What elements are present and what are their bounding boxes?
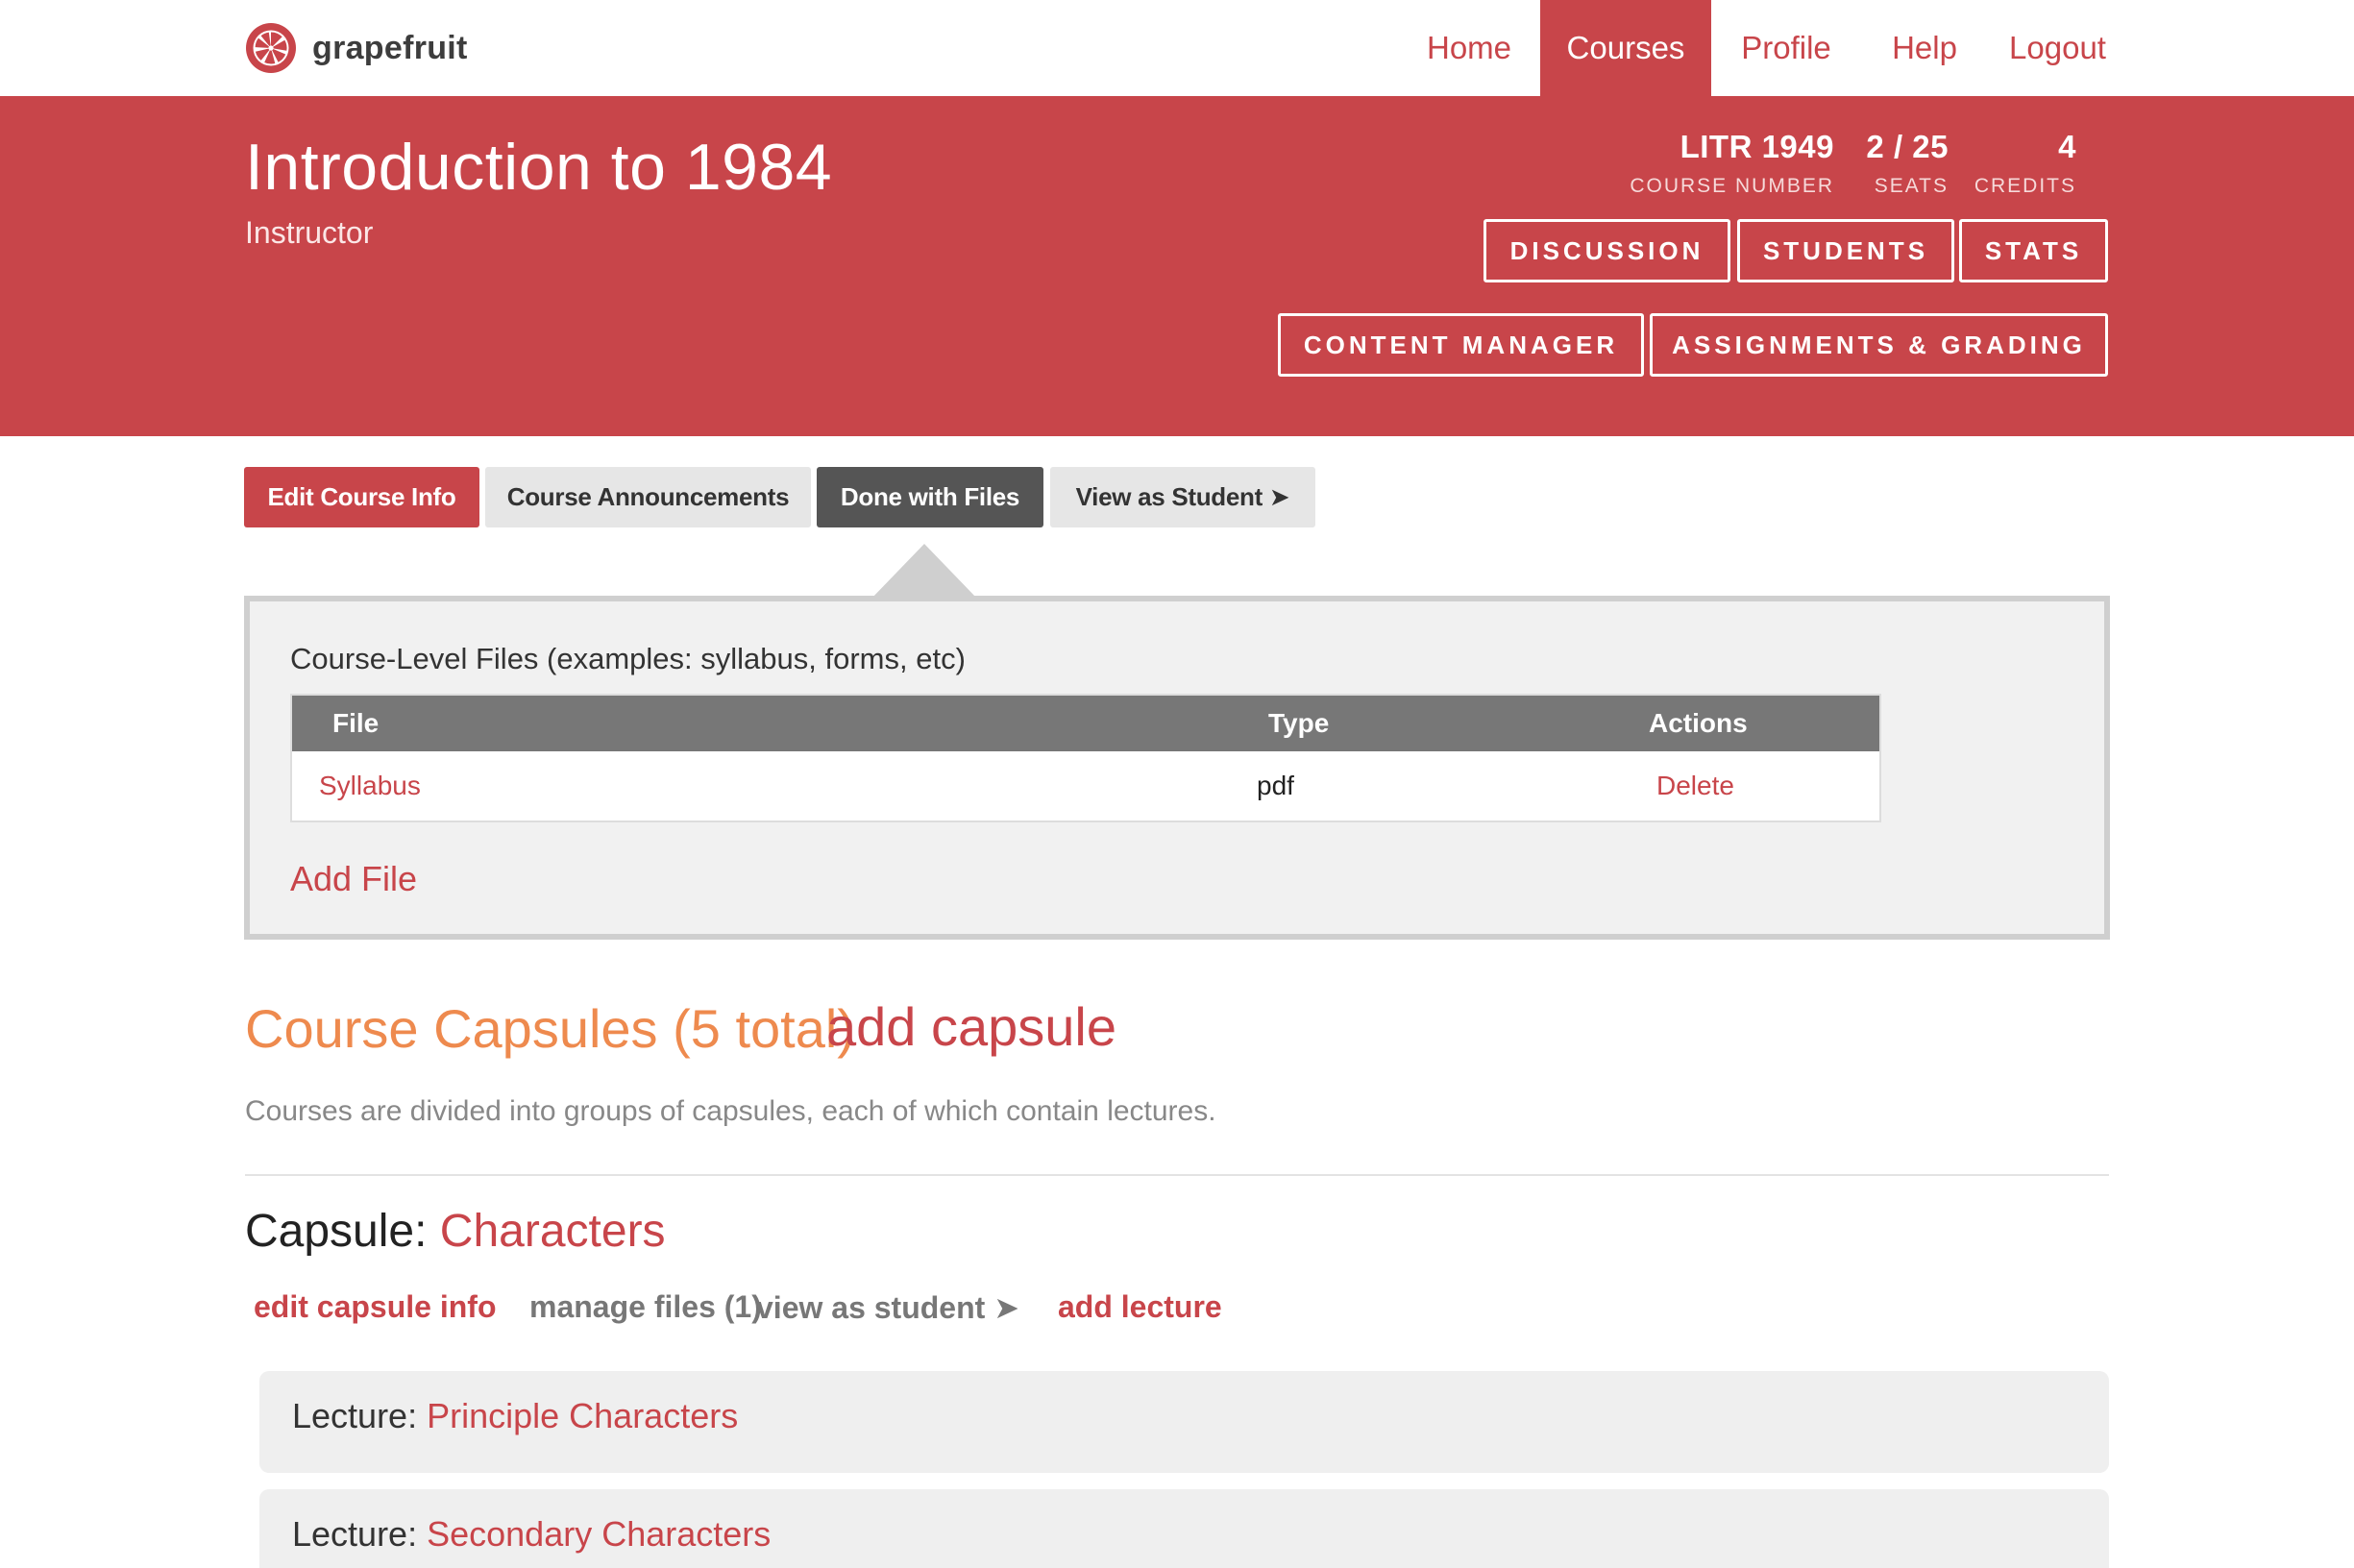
lecture-item: Lecture: Secondary Characters bbox=[259, 1489, 2109, 1568]
nav-profile[interactable]: Profile bbox=[1711, 0, 1861, 96]
assignments-grading-button[interactable]: ASSIGNMENTS & GRADING bbox=[1650, 313, 2108, 377]
panel-pointer-caret bbox=[870, 544, 978, 600]
stat-label: COURSE NUMBER bbox=[1630, 175, 1834, 197]
stat-value: 4 bbox=[2058, 129, 2076, 164]
nav-help[interactable]: Help bbox=[1861, 0, 1988, 96]
students-button[interactable]: STUDENTS bbox=[1737, 219, 1954, 282]
capsules-heading: Course Capsules (5 total) bbox=[245, 998, 855, 1059]
files-panel-title: Course-Level Files (examples: syllabus, … bbox=[290, 642, 966, 675]
nav-courses[interactable]: Courses bbox=[1540, 0, 1711, 96]
lecture-name-link[interactable]: Principle Characters bbox=[427, 1396, 738, 1435]
add-capsule-link[interactable]: add capsule bbox=[826, 995, 1116, 1058]
capsules-description: Courses are divided into groups of capsu… bbox=[245, 1095, 1216, 1127]
capsule-title: Capsule: Characters bbox=[245, 1205, 666, 1258]
stat-label: CREDITS bbox=[1974, 175, 2076, 197]
lecture-prefix: Lecture: bbox=[292, 1396, 418, 1435]
grapefruit-logo-icon bbox=[246, 23, 296, 73]
lecture-prefix: Lecture: bbox=[292, 1514, 418, 1554]
col-actions: Actions bbox=[1649, 708, 1748, 738]
brand[interactable]: grapefruit bbox=[245, 22, 468, 74]
capsule-view-as-student-link[interactable]: view as student ➤ bbox=[756, 1289, 1019, 1326]
lecture-title: Lecture: Principle Characters bbox=[292, 1396, 738, 1436]
stats-button[interactable]: STATS bbox=[1959, 219, 2108, 282]
add-lecture-link[interactable]: add lecture bbox=[1058, 1289, 1222, 1325]
course-files-panel: Course-Level Files (examples: syllabus, … bbox=[244, 596, 2110, 940]
col-type: Type bbox=[1268, 708, 1330, 738]
stat-value: 2 / 25 bbox=[1866, 129, 1949, 164]
file-type: pdf bbox=[1257, 771, 1294, 800]
table-row: Syllabus pdf Delete bbox=[292, 751, 1879, 821]
stat-course-number: LITR 1949 COURSE NUMBER bbox=[1630, 129, 1834, 198]
course-announcements-button[interactable]: Course Announcements bbox=[485, 467, 811, 527]
file-link-syllabus[interactable]: Syllabus bbox=[319, 751, 421, 821]
capsule-prefix: Capsule: bbox=[245, 1206, 428, 1257]
section-divider bbox=[245, 1174, 2109, 1176]
manage-files-link[interactable]: manage files (1) bbox=[529, 1289, 762, 1325]
stat-label: SEATS bbox=[1874, 175, 1949, 197]
lecture-title: Lecture: Secondary Characters bbox=[292, 1514, 771, 1555]
edit-capsule-info-link[interactable]: edit capsule info bbox=[254, 1289, 496, 1325]
course-title: Introduction to 1984 bbox=[245, 131, 833, 204]
stat-value: LITR 1949 bbox=[1680, 129, 1834, 164]
edit-course-info-button[interactable]: Edit Course Info bbox=[244, 467, 479, 527]
brand-name: grapefruit bbox=[312, 29, 468, 66]
files-table-header: File Type Actions bbox=[292, 696, 1879, 751]
course-role: Instructor bbox=[245, 215, 374, 250]
view-as-student-button[interactable]: View as Student ➤ bbox=[1050, 467, 1315, 527]
done-with-files-button[interactable]: Done with Files bbox=[817, 467, 1043, 527]
lecture-name-link[interactable]: Secondary Characters bbox=[427, 1514, 771, 1554]
stat-credits: 4 CREDITS bbox=[1974, 129, 2076, 198]
delete-file-link[interactable]: Delete bbox=[1656, 751, 1734, 821]
capsule-name-link[interactable]: Characters bbox=[440, 1206, 666, 1257]
col-file: File bbox=[332, 708, 380, 738]
content-manager-button[interactable]: CONTENT MANAGER bbox=[1278, 313, 1644, 377]
discussion-button[interactable]: DISCUSSION bbox=[1484, 219, 1730, 282]
files-table: File Type Actions Syllabus pdf Delete bbox=[290, 694, 1881, 822]
add-file-link[interactable]: Add File bbox=[290, 859, 417, 899]
nav-home[interactable]: Home bbox=[1398, 0, 1540, 96]
nav-logout[interactable]: Logout bbox=[1988, 0, 2127, 96]
lecture-item: Lecture: Principle Characters bbox=[259, 1371, 2109, 1473]
course-hero: Introduction to 1984 Instructor LITR 194… bbox=[0, 96, 2354, 436]
top-navbar: grapefruit Home Courses Profile Help Log… bbox=[0, 0, 2354, 96]
stat-seats: 2 / 25 SEATS bbox=[1866, 129, 1949, 198]
main-nav: Home Courses Profile Help Logout bbox=[1398, 0, 2354, 96]
